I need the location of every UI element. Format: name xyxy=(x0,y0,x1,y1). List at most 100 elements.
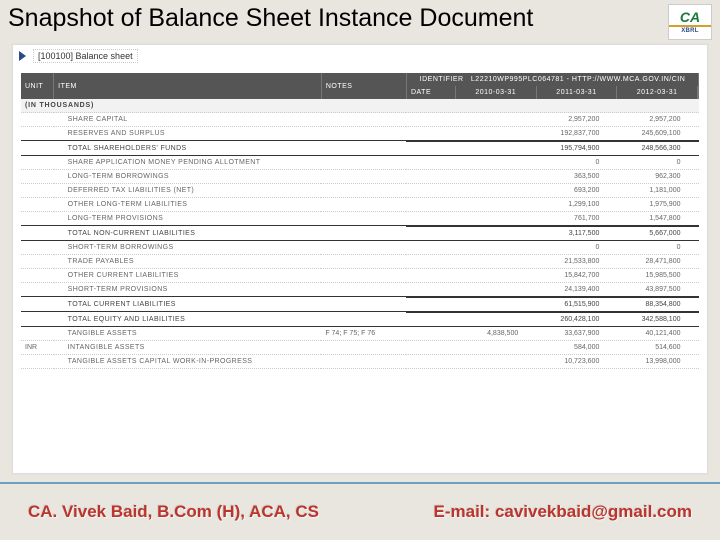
value-cell xyxy=(455,283,536,296)
values-cell: 761,7001,547,800 xyxy=(406,212,698,226)
notes-cell xyxy=(321,184,406,198)
sheet-code-title: [100100] Balance sheet xyxy=(33,49,138,63)
item-cell: TOTAL SHAREHOLDERS' FUNDS xyxy=(54,141,322,156)
item-cell: SHORT-TERM PROVISIONS xyxy=(54,283,322,297)
item-cell: SHARE APPLICATION MONEY PENDING ALLOTMEN… xyxy=(54,156,322,170)
value-cell: 584,000 xyxy=(536,341,617,354)
value-cell: 761,700 xyxy=(536,212,617,225)
values-cell: 21,533,80028,471,800 xyxy=(406,255,698,269)
value-cell: 1,975,900 xyxy=(617,198,698,211)
item-cell: TANGIBLE ASSETS xyxy=(54,327,322,341)
notes-cell xyxy=(321,113,406,127)
value-cell xyxy=(455,355,536,368)
value-cell: 43,897,500 xyxy=(617,283,698,296)
unit-cell xyxy=(21,170,54,184)
value-cell: 962,300 xyxy=(617,170,698,183)
author-email: E-mail: cavivekbaid@gmail.com xyxy=(434,502,692,522)
value-cell xyxy=(455,156,536,169)
unit-cell xyxy=(21,212,54,226)
table-row: TOTAL NON-CURRENT LIABILITIES3,117,5005,… xyxy=(21,226,699,241)
unit-cell xyxy=(21,355,54,369)
col-date-label: DATE xyxy=(407,86,455,99)
notes-cell xyxy=(321,170,406,184)
xbrl-logo: CA XBRL xyxy=(668,4,712,40)
unit-cell xyxy=(21,226,54,241)
notes-cell xyxy=(321,297,406,312)
value-cell xyxy=(455,127,536,140)
table-row: TANGIBLE ASSETSF 74; F 75; F 76 4,838,500… xyxy=(21,327,699,341)
values-cell: 260,428,100342,588,100 xyxy=(406,312,698,327)
col-item: ITEM xyxy=(54,73,322,99)
table-row: TANGIBLE ASSETS CAPITAL WORK-IN-PROGRESS… xyxy=(21,355,699,369)
value-cell: 363,500 xyxy=(536,170,617,183)
values-cell: 00 xyxy=(406,241,698,255)
unit-cell xyxy=(21,198,54,212)
item-cell: OTHER LONG-TERM LIABILITIES xyxy=(54,198,322,212)
notes-cell xyxy=(321,255,406,269)
value-cell xyxy=(455,269,536,282)
unit-cell xyxy=(21,283,54,297)
balance-sheet-table: UNIT ITEM NOTES IDENTIFIER L22210WP995PL… xyxy=(21,73,699,369)
item-cell: LONG-TERM BORROWINGS xyxy=(54,170,322,184)
value-cell: 13,998,000 xyxy=(617,355,698,368)
table-row: TRADE PAYABLES21,533,80028,471,800 xyxy=(21,255,699,269)
unit-cell xyxy=(21,184,54,198)
footer: CA. Vivek Baid, B.Com (H), ACA, CS E-mai… xyxy=(0,482,720,540)
item-cell: RESERVES AND SURPLUS xyxy=(54,127,322,141)
item-cell: SHARE CAPITAL xyxy=(54,113,322,127)
value-cell: 40,121,400 xyxy=(617,327,698,340)
value-cell: 24,139,400 xyxy=(536,283,617,296)
notes-cell: F 74; F 75; F 76 xyxy=(321,327,406,341)
value-cell: 88,354,800 xyxy=(617,298,698,312)
table-row: DEFERRED TAX LIABILITIES (NET) 693,2001,1… xyxy=(21,184,699,198)
value-cell: 192,837,700 xyxy=(536,127,617,140)
value-cell: 2,957,200 xyxy=(536,113,617,126)
item-cell: TOTAL EQUITY AND LIABILITIES xyxy=(54,312,322,327)
unit-cell xyxy=(21,113,54,127)
balance-sheet-table-wrap: UNIT ITEM NOTES IDENTIFIER L22210WP995PL… xyxy=(21,73,699,465)
values-cell: 2,957,2002,957,200 xyxy=(406,113,698,127)
unit-cell xyxy=(21,241,54,255)
value-cell xyxy=(455,212,536,225)
date-1: 2011-03-31 xyxy=(536,86,617,99)
table-row: TOTAL CURRENT LIABILITIES61,515,90088,35… xyxy=(21,297,699,312)
unit-cell xyxy=(21,312,54,327)
value-cell xyxy=(455,313,536,327)
notes-cell xyxy=(321,198,406,212)
value-cell: 4,838,500 xyxy=(455,327,536,340)
item-cell: SHORT-TERM BORROWINGS xyxy=(54,241,322,255)
unit-cell xyxy=(21,255,54,269)
value-cell xyxy=(455,227,536,241)
col-unit: UNIT xyxy=(21,73,54,99)
table-row: SHARE APPLICATION MONEY PENDING ALLOTMEN… xyxy=(21,156,699,170)
value-cell: 0 xyxy=(536,156,617,169)
value-cell: 693,200 xyxy=(536,184,617,197)
col-notes: NOTES xyxy=(321,73,406,99)
value-cell: 248,566,300 xyxy=(617,142,698,156)
table-row: INRINTANGIBLE ASSETS584,000514,600 xyxy=(21,341,699,355)
values-cell: 195,794,900248,566,300 xyxy=(406,141,698,156)
value-cell: 0 xyxy=(617,241,698,254)
in-thousands-label: (IN THOUSANDS) xyxy=(21,99,699,113)
unit-cell: INR xyxy=(21,341,54,355)
logo-xbrl: XBRL xyxy=(681,28,699,34)
table-row: OTHER CURRENT LIABILITIES15,842,70015,98… xyxy=(21,269,699,283)
email-value: cavivekbaid@gmail.com xyxy=(495,502,692,521)
table-row: SHORT-TERM BORROWINGS 00 xyxy=(21,241,699,255)
value-cell: 21,533,800 xyxy=(536,255,617,268)
value-cell: 2,957,200 xyxy=(617,113,698,126)
date-0: 2010-03-31 xyxy=(455,86,536,99)
values-cell: 192,837,700245,609,100 xyxy=(406,127,698,141)
table-row: RESERVES AND SURPLUS 192,837,700245,609,1… xyxy=(21,127,699,141)
value-cell: 260,428,100 xyxy=(536,313,617,327)
values-cell: 693,2001,181,000 xyxy=(406,184,698,198)
value-cell: 1,181,000 xyxy=(617,184,698,197)
item-cell: LONG-TERM PROVISIONS xyxy=(54,212,322,226)
values-cell: 363,500962,300 xyxy=(406,170,698,184)
values-cell: 1,299,1001,975,900 xyxy=(406,198,698,212)
item-cell: DEFERRED TAX LIABILITIES (NET) xyxy=(54,184,322,198)
value-cell: 61,515,900 xyxy=(536,298,617,312)
value-cell xyxy=(455,184,536,197)
value-cell: 15,985,500 xyxy=(617,269,698,282)
value-cell xyxy=(455,113,536,126)
